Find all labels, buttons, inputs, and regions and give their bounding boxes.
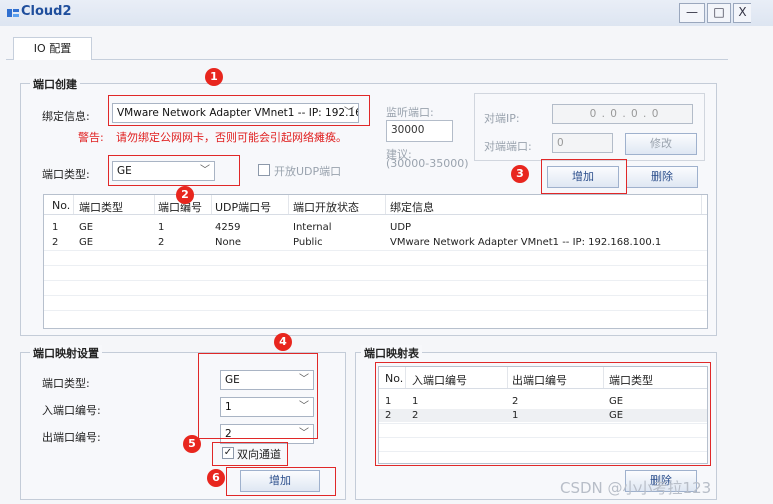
annotation-box-1	[108, 95, 370, 126]
modify-button[interactable]: 修改	[625, 133, 697, 155]
col-udp-port: UDP端口号	[215, 201, 272, 214]
bidirectional-checkbox[interactable]: ✓	[222, 447, 234, 459]
annotation-badge-4: 4	[274, 333, 292, 351]
annotation-badge-6: 6	[207, 469, 225, 487]
window-title: Cloud2	[21, 4, 72, 19]
delete-port-button[interactable]: 删除	[626, 166, 698, 188]
warning-label: 警告:	[78, 131, 104, 144]
annotation-badge-2: 2	[176, 186, 194, 204]
title-bar	[0, 0, 773, 26]
annotation-badge-3: 3	[511, 165, 529, 183]
mapping-table-legend: 端口映射表	[361, 345, 422, 361]
col-no: No.	[52, 199, 71, 212]
peer-ip-label: 对端IP:	[484, 112, 520, 125]
listen-port-label: 监听端口:	[386, 106, 434, 119]
annotation-box-3	[541, 159, 627, 194]
listen-port-input[interactable]: 30000	[386, 120, 453, 142]
col-open-status: 端口开放状态	[293, 201, 359, 214]
port-type-label: 端口类型:	[42, 168, 90, 181]
bind-info-label: 绑定信息:	[42, 110, 90, 123]
annotation-badge-5: 5	[183, 435, 201, 453]
peer-ip-input[interactable]: 0 . 0 . 0 . 0	[552, 104, 693, 124]
bidirectional-label: 双向通道	[237, 448, 281, 461]
suggest-range: (30000-35000)	[386, 157, 469, 170]
peer-port-label: 对端端口:	[484, 140, 532, 153]
col-port-type: 端口类型	[79, 201, 123, 214]
out-port-label: 出端口编号:	[42, 431, 101, 444]
in-port-label: 入端口编号:	[42, 404, 101, 417]
port-create-legend: 端口创建	[30, 76, 80, 92]
annotation-box-port-type	[108, 155, 240, 186]
annotation-box-mapping-table	[375, 362, 711, 466]
port-table-header: No. 端口类型 端口编号 UDP端口号 端口开放状态 绑定信息	[44, 195, 707, 215]
warning-text: 请勿绑定公网网卡，否则可能会引起网络瘫痪。	[116, 131, 347, 144]
table-row[interactable]: 2 GE 2 None Public VMware Network Adapte…	[44, 236, 707, 249]
annotation-badge-1: 1	[205, 68, 223, 86]
annotation-box-4	[198, 353, 318, 439]
maximize-button[interactable]: □	[707, 3, 731, 23]
udp-port-label: 开放UDP端口	[274, 165, 342, 178]
tab-io-config[interactable]: IO 配置	[13, 37, 92, 60]
cloud-app-icon	[7, 9, 19, 17]
close-button[interactable]: X	[733, 3, 751, 23]
watermark: CSDN @小小考拉123	[560, 479, 712, 497]
col-bind-info: 绑定信息	[390, 201, 434, 214]
table-row[interactable]: 1 GE 1 4259 Internal UDP	[44, 221, 707, 234]
peer-port-input[interactable]: 0	[552, 133, 613, 153]
udp-port-checkbox[interactable]	[258, 164, 270, 176]
minimize-button[interactable]: —	[679, 3, 705, 23]
add-mapping-button[interactable]: 增加	[240, 470, 320, 492]
port-table: No. 端口类型 端口编号 UDP端口号 端口开放状态 绑定信息 1 GE 1 …	[43, 194, 708, 329]
mapping-type-label: 端口类型:	[42, 377, 90, 390]
mapping-settings-legend: 端口映射设置	[30, 345, 102, 361]
